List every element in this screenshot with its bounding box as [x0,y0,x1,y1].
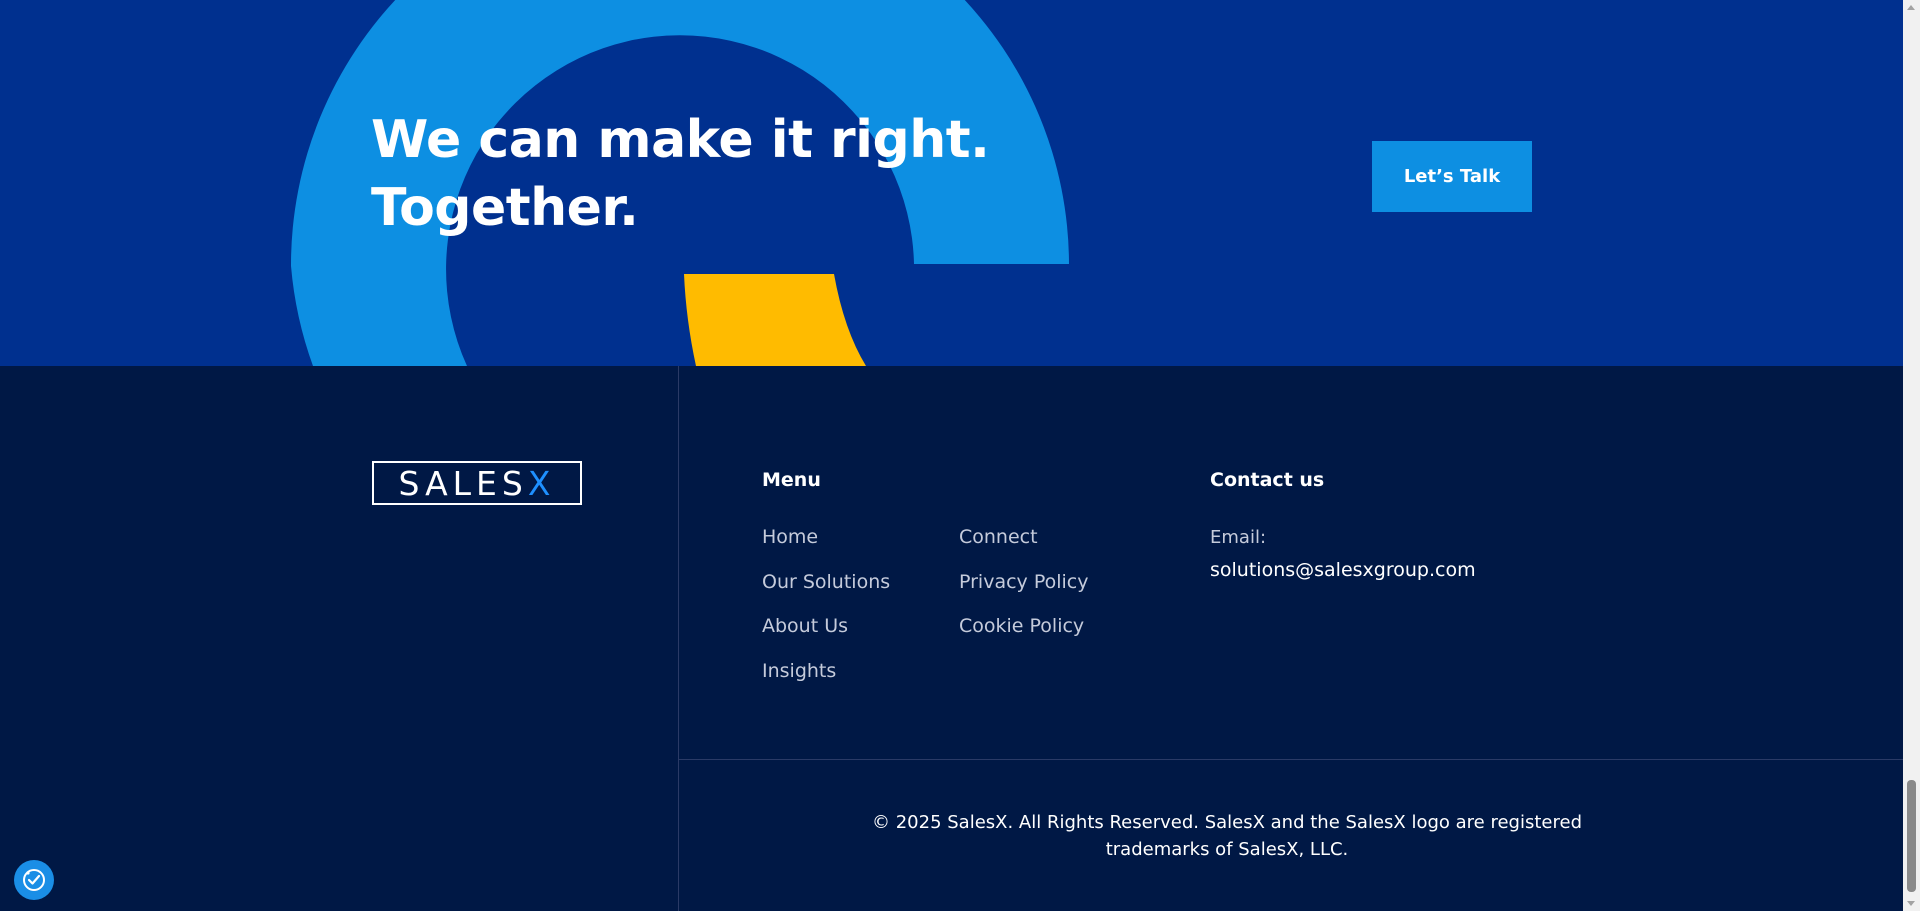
page: We can make it right. Together. Let’s Ta… [0,0,1920,911]
logo-text: SALES [398,463,528,503]
footer-menu-column-1: Home Our Solutions About Us Insights [762,526,890,704]
footer-link-privacy-policy-label[interactable]: Privacy Policy [959,571,1088,593]
footer-link-home-label[interactable]: Home [762,526,818,548]
footer-link-cookie-policy-label[interactable]: Cookie Policy [959,615,1084,637]
footer-link-connect-label[interactable]: Connect [959,526,1038,548]
scroll-down-arrow-icon[interactable] [1907,901,1915,906]
footer-link-insights[interactable]: Insights [762,660,890,705]
accessibility-widget-button[interactable] [14,860,54,900]
footer-link-home[interactable]: Home [762,526,890,571]
lets-talk-button[interactable]: Let’s Talk [1372,141,1532,212]
accessibility-icon [23,869,45,891]
footer-link-about-us-label[interactable]: About Us [762,615,848,637]
site-footer: SALES X Menu Home Our Solutions About Us … [0,366,1903,911]
contact-email-link[interactable]: solutions@salesxgroup.com [1210,559,1476,581]
scrollbar-thumb[interactable] [1907,780,1916,892]
page-scrollbar[interactable] [1903,0,1920,911]
copyright-line-1: © 2025 SalesX. All Rights Reserved. Sale… [872,812,1582,833]
cta-heading-line2: Together. [371,178,639,238]
footer-link-insights-label[interactable]: Insights [762,660,836,682]
contact-heading: Contact us [1210,469,1325,491]
cta-banner: We can make it right. Together. Let’s Ta… [0,0,1903,366]
footer-link-privacy-policy[interactable]: Privacy Policy [959,571,1088,616]
footer-link-connect[interactable]: Connect [959,526,1088,571]
menu-heading: Menu [762,469,821,491]
footer-link-our-solutions[interactable]: Our Solutions [762,571,890,616]
contact-email-label: Email: [1210,527,1267,548]
scroll-up-arrow-icon[interactable] [1907,5,1915,10]
copyright-line-2: trademarks of SalesX, LLC. [1105,839,1349,860]
salesx-logo[interactable]: SALES X [372,461,582,505]
cta-heading: We can make it right. Together. [371,106,1011,242]
footer-link-about-us[interactable]: About Us [762,615,890,660]
yellow-accent-shape [684,274,866,366]
footer-link-our-solutions-label[interactable]: Our Solutions [762,571,890,593]
copyright-notice: © 2025 SalesX. All Rights Reserved. Sale… [679,809,1775,863]
footer-menu-column-2: Connect Privacy Policy Cookie Policy [959,526,1088,660]
cta-heading-line1: We can make it right. [371,110,990,170]
footer-link-cookie-policy[interactable]: Cookie Policy [959,615,1088,660]
logo-x-mark: X [527,463,556,503]
footer-horizontal-divider [679,759,1903,760]
